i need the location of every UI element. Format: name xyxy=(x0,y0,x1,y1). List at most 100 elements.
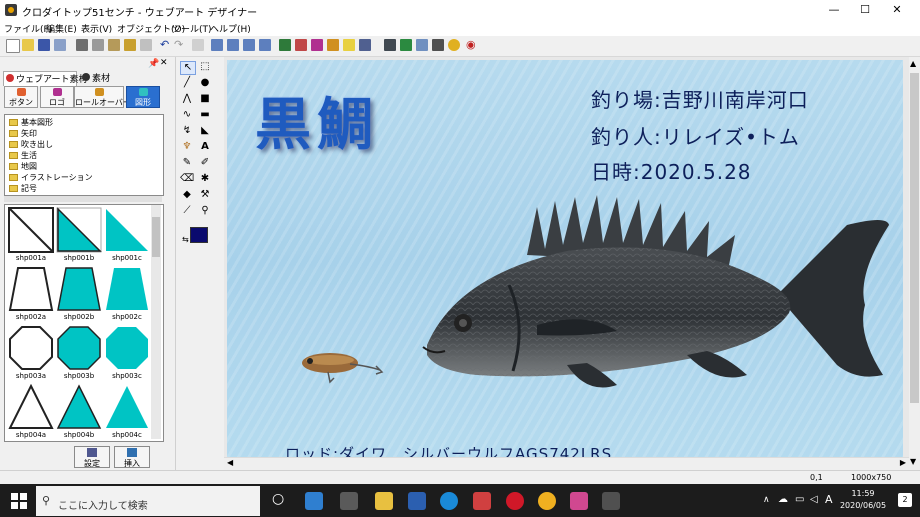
copy-icon[interactable] xyxy=(92,39,104,51)
title-text[interactable]: 黒鯛 xyxy=(255,80,379,161)
place-text[interactable]: 釣り場:吉野川南岸河口 xyxy=(591,84,809,113)
menu-tools[interactable]: ツール(T) xyxy=(172,22,212,35)
opera-icon[interactable] xyxy=(506,492,524,510)
cut-icon[interactable] xyxy=(76,39,88,51)
tree-icon[interactable] xyxy=(400,39,412,51)
shape-thumb[interactable] xyxy=(8,207,54,253)
date-text[interactable]: 日時:2020.5.28 xyxy=(591,156,752,185)
rounded-rect-tool-icon[interactable]: ▬ xyxy=(198,109,212,121)
shape-thumb[interactable] xyxy=(56,207,102,253)
menu-edit[interactable]: 編集(E) xyxy=(46,22,77,35)
volume-icon[interactable]: ◁ xyxy=(810,494,818,505)
picture-icon[interactable] xyxy=(416,39,428,51)
effect-icon[interactable] xyxy=(295,39,307,51)
panel-close-icon[interactable]: ✕ xyxy=(160,58,168,68)
swap-colors-icon[interactable]: ⇆ xyxy=(182,235,189,244)
scroll-down-icon[interactable]: ▼ xyxy=(910,457,916,466)
menu-view[interactable]: 表示(V) xyxy=(81,22,112,35)
image-icon[interactable] xyxy=(279,39,291,51)
tree-item[interactable]: イラストレーション xyxy=(9,172,93,183)
undo-icon[interactable]: ↶ xyxy=(160,39,172,51)
palette-icon[interactable] xyxy=(327,39,339,51)
menu-file[interactable]: ファイル(F) xyxy=(4,22,52,35)
close-button[interactable]: ✕ xyxy=(880,0,914,20)
task-view-icon[interactable]: ○ xyxy=(272,491,284,507)
shape-thumb[interactable] xyxy=(8,325,54,371)
ime-indicator[interactable]: A xyxy=(825,493,833,506)
curve-tool-icon[interactable]: ∿ xyxy=(180,109,194,121)
camera-icon[interactable] xyxy=(359,39,371,51)
save-icon[interactable] xyxy=(38,39,50,51)
effect-tool-icon[interactable]: ⚒ xyxy=(198,189,212,201)
app-red-icon[interactable] xyxy=(473,492,491,510)
windows-start-icon[interactable] xyxy=(11,493,27,509)
polyline-tool-icon[interactable]: ⋀ xyxy=(180,93,194,105)
grid-view-icon[interactable] xyxy=(384,39,396,51)
design-canvas[interactable]: 黒鯛 釣り場:吉野川南岸河口 釣り人:リレイズ•トム 日時:2020.5.28 xyxy=(227,60,903,463)
ie-icon[interactable] xyxy=(440,492,458,510)
network-icon[interactable]: ▭ xyxy=(795,494,804,505)
shape-thumb[interactable] xyxy=(56,384,102,430)
scroll-thumb[interactable] xyxy=(910,73,919,403)
new-file-icon[interactable] xyxy=(6,39,20,53)
node-tool-icon[interactable]: ⬚ xyxy=(198,61,212,73)
bucket-tool-icon[interactable]: ◆ xyxy=(180,189,194,201)
freehand-tool-icon[interactable]: ↯ xyxy=(180,125,194,137)
clock[interactable]: 11:59 2020/06/05 xyxy=(838,488,888,512)
view-1-icon[interactable] xyxy=(211,39,223,51)
save-as-icon[interactable] xyxy=(54,39,66,51)
store-icon[interactable] xyxy=(340,492,358,510)
weather-icon[interactable]: ☁ xyxy=(778,494,788,505)
view-4-icon[interactable] xyxy=(259,39,271,51)
brush-tool-icon[interactable]: ✐ xyxy=(198,157,212,169)
line-tool-icon[interactable]: ╱ xyxy=(180,77,194,89)
zoom-tool-icon[interactable]: ⚲ xyxy=(198,205,212,217)
minimize-button[interactable]: — xyxy=(817,0,851,20)
shape-thumb[interactable] xyxy=(8,384,54,430)
splitter[interactable] xyxy=(4,196,162,202)
tree-item[interactable]: 吹き出し xyxy=(9,139,53,150)
color-icon[interactable] xyxy=(311,39,323,51)
view-3-icon[interactable] xyxy=(243,39,255,51)
eye-icon[interactable]: ◉ xyxy=(466,39,478,51)
shape-thumb[interactable] xyxy=(104,384,150,430)
chrome-icon[interactable] xyxy=(538,492,556,510)
mail-icon[interactable] xyxy=(305,492,323,510)
category-button[interactable]: ボタン xyxy=(4,86,38,108)
shape-thumb[interactable] xyxy=(8,266,54,312)
shape-thumb[interactable] xyxy=(56,266,102,312)
tab-materials[interactable]: 素材 xyxy=(82,71,110,84)
frame-icon[interactable] xyxy=(343,39,355,51)
open-folder-icon[interactable] xyxy=(22,39,34,51)
pin-icon[interactable]: 📌 xyxy=(148,59,159,69)
category-logo[interactable]: ロゴ xyxy=(40,86,74,108)
scroll-thumb[interactable] xyxy=(152,217,160,257)
explorer-icon[interactable] xyxy=(375,492,393,510)
horizontal-scrollbar[interactable]: ◀ ▶ xyxy=(224,457,909,471)
shape-thumb[interactable] xyxy=(104,207,150,253)
notification-badge[interactable]: 2 xyxy=(898,493,912,507)
scroll-up-icon[interactable]: ▲ xyxy=(910,59,916,68)
tray-up-icon[interactable]: ∧ xyxy=(763,495,770,505)
shape-thumb[interactable] xyxy=(104,266,150,312)
screen-icon[interactable] xyxy=(432,39,444,51)
lure-image[interactable] xyxy=(300,348,386,388)
app-hpb-icon[interactable] xyxy=(570,492,588,510)
select-all-icon[interactable] xyxy=(192,39,204,51)
eraser-tool-icon[interactable]: ⌫ xyxy=(180,173,194,185)
text-tool-icon[interactable]: A xyxy=(198,141,212,153)
spray-tool-icon[interactable]: ✱ xyxy=(198,173,212,185)
paste-icon[interactable] xyxy=(108,39,120,51)
tree-item[interactable]: 基本図形 xyxy=(9,117,53,128)
shape-thumb[interactable] xyxy=(104,325,150,371)
shape-thumb[interactable] xyxy=(56,325,102,371)
pencil-tool-icon[interactable]: ✎ xyxy=(180,157,194,169)
word-icon[interactable] xyxy=(408,492,426,510)
foreground-color[interactable] xyxy=(190,227,208,243)
redo-icon[interactable]: ↷ xyxy=(174,39,186,51)
angler-text[interactable]: 釣り人:リレイズ•トム xyxy=(591,121,800,150)
grid-icon[interactable] xyxy=(140,39,152,51)
shapes-scrollbar[interactable] xyxy=(151,205,161,439)
scroll-left-icon[interactable]: ◀ xyxy=(227,458,233,467)
fish-image[interactable] xyxy=(417,185,897,395)
